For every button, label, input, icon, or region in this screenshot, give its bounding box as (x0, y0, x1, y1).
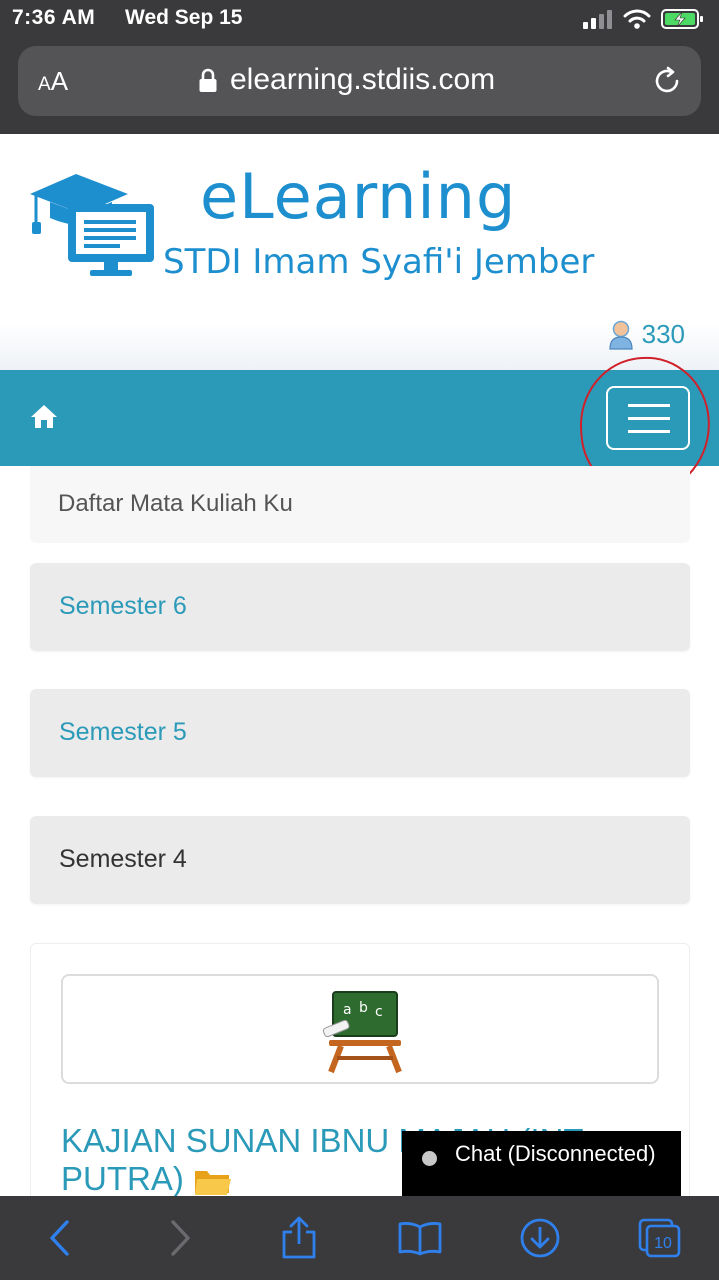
chat-label: Chat (Disconnected) (455, 1141, 656, 1166)
status-bar: 7:36 AM Wed Sep 15 (0, 0, 719, 40)
status-time: 7:36 AM (12, 6, 96, 29)
semester-panel-5[interactable]: Semester 5 (30, 689, 690, 777)
site-header: eLearning STDI Imam Syafi'i Jember 330 (0, 134, 719, 370)
address-bar[interactable]: AA elearning.stdiis.com (18, 46, 701, 116)
chevron-left-icon (50, 1220, 69, 1256)
book-icon (398, 1222, 442, 1256)
bookmarks-button[interactable] (380, 1196, 460, 1280)
brand-subtitle: STDI Imam Syafi'i Jember (163, 242, 595, 282)
menu-icon-line (628, 430, 670, 433)
brand-title: eLearning (200, 160, 517, 233)
chat-status-dot (422, 1151, 437, 1166)
semester-panel-4[interactable]: Semester 4 (30, 816, 690, 904)
wifi-icon (623, 9, 651, 29)
battery-charging-icon (661, 9, 703, 29)
online-users: 330 (608, 319, 685, 350)
url-text[interactable]: elearning.stdiis.com (230, 63, 495, 97)
download-icon (520, 1218, 560, 1258)
share-icon (282, 1216, 316, 1259)
folder-icon (195, 1171, 232, 1196)
reader-text-size-button[interactable]: AA (38, 66, 68, 97)
home-icon[interactable] (30, 403, 58, 434)
user-icon (609, 320, 633, 350)
menu-icon-line (628, 417, 670, 420)
semester-panel-6[interactable]: Semester 6 (30, 563, 690, 651)
svg-text:c: c (375, 1004, 383, 1020)
elearning-logo-icon[interactable] (28, 152, 160, 287)
forward-button[interactable] (140, 1196, 220, 1280)
reload-icon[interactable] (651, 65, 683, 102)
menu-toggle-button[interactable] (606, 386, 690, 450)
course-image[interactable]: a b c (61, 974, 659, 1084)
status-icons (583, 7, 705, 31)
chevron-right-icon (171, 1220, 190, 1256)
menu-icon-line (628, 404, 670, 407)
tabs-icon: 10 (638, 1218, 681, 1258)
tab-count: 10 (654, 1235, 672, 1252)
back-button[interactable] (20, 1196, 100, 1280)
svg-text:b: b (359, 1000, 368, 1016)
breadcrumb: Daftar Mata Kuliah Ku (30, 466, 690, 543)
chalkboard-icon: a b c (322, 991, 402, 1074)
downloads-button[interactable] (500, 1196, 580, 1280)
lock-icon (198, 68, 218, 99)
signal-icon (583, 10, 612, 29)
chat-widget[interactable]: Chat (Disconnected) (402, 1131, 681, 1197)
tabs-button[interactable]: 10 (620, 1196, 700, 1280)
share-button[interactable] (259, 1196, 339, 1280)
browser-top-chrome: 7:36 AM Wed Sep 15 AA elearning.stdiis.c… (0, 0, 719, 134)
online-count: 330 (641, 319, 685, 349)
status-date: Wed Sep 15 (125, 6, 243, 29)
browser-bottom-toolbar: 10 (0, 1196, 719, 1280)
svg-text:a: a (343, 1002, 352, 1018)
